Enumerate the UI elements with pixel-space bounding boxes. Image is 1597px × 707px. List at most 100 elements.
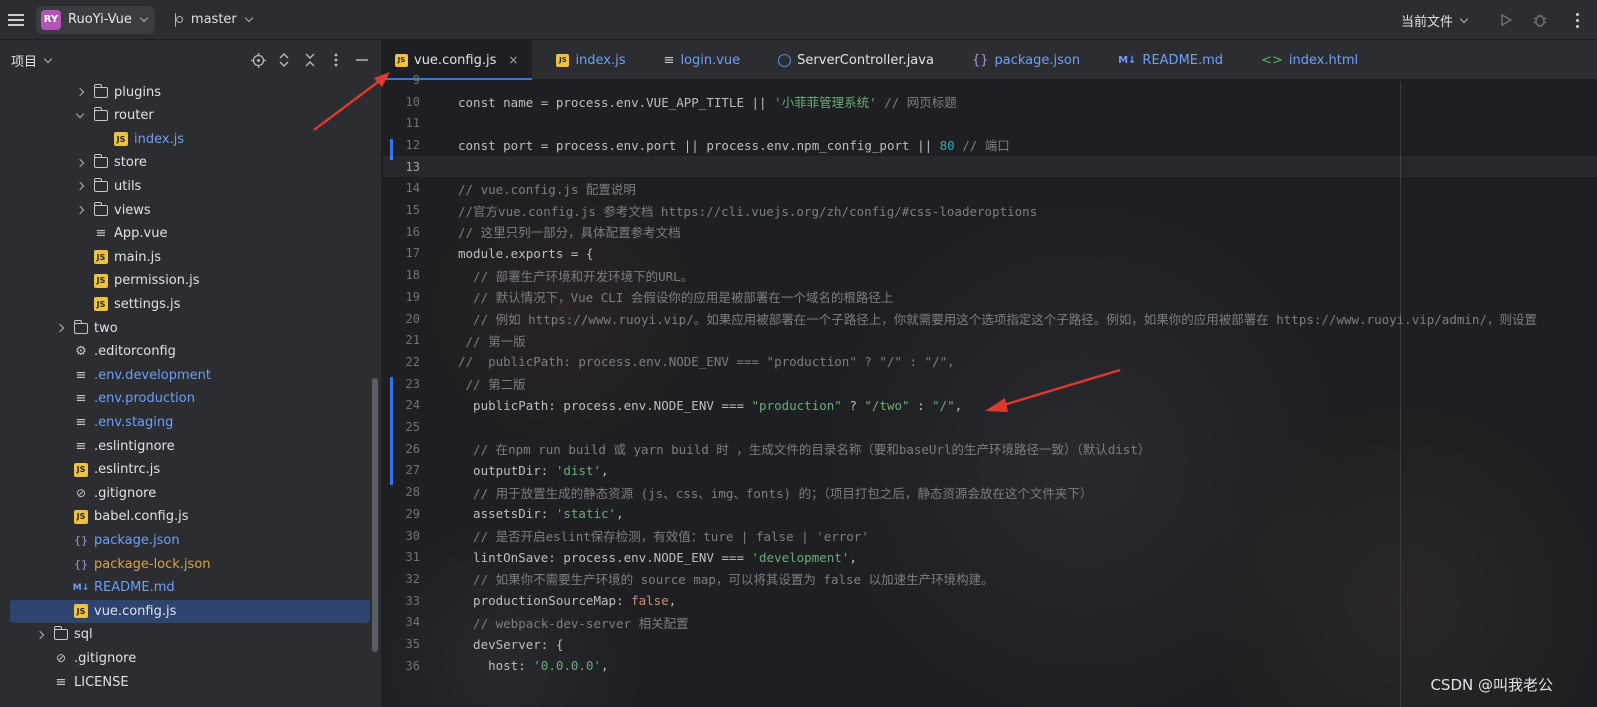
code-line[interactable]: 29 assetsDir: 'static', bbox=[383, 503, 1597, 525]
code-line[interactable]: 17 module.exports = { bbox=[383, 243, 1597, 265]
sidebar-scrollbar[interactable] bbox=[372, 378, 378, 652]
expand-all-icon[interactable] bbox=[275, 51, 293, 69]
line-number[interactable]: 18 bbox=[383, 268, 420, 282]
line-number[interactable]: 29 bbox=[383, 507, 420, 521]
line-number[interactable]: 31 bbox=[383, 550, 420, 564]
tree-item[interactable]: ⊘ .gitignore bbox=[10, 482, 370, 505]
tree-item[interactable]: router bbox=[10, 104, 370, 127]
line-number[interactable]: 28 bbox=[383, 485, 420, 499]
line-number[interactable]: 15 bbox=[383, 203, 420, 217]
tree-item[interactable]: ≡ .eslintignore bbox=[10, 435, 370, 458]
tree-item[interactable]: ≡ LICENSE bbox=[10, 671, 370, 694]
code-line[interactable]: 34 // webpack-dev-server 相关配置 bbox=[383, 612, 1597, 634]
tree-item[interactable]: JS settings.js bbox=[10, 293, 370, 316]
locate-file-icon[interactable] bbox=[249, 51, 267, 69]
more-options-icon[interactable] bbox=[1557, 0, 1597, 40]
chevron-right-icon[interactable] bbox=[74, 160, 86, 166]
tree-item[interactable]: JS vue.config.js bbox=[10, 599, 370, 623]
line-number[interactable]: 13 bbox=[383, 160, 420, 174]
line-number[interactable]: 19 bbox=[383, 290, 420, 304]
line-number[interactable]: 30 bbox=[383, 529, 420, 543]
main-menu-icon[interactable] bbox=[0, 0, 32, 40]
line-number[interactable]: 36 bbox=[383, 659, 420, 673]
run-configuration-selector[interactable]: 当前文件 bbox=[1401, 11, 1469, 30]
options-icon[interactable] bbox=[327, 51, 345, 69]
line-number[interactable]: 16 bbox=[383, 225, 420, 239]
line-number[interactable]: 35 bbox=[383, 637, 420, 651]
code-line[interactable]: 36 host: '0.0.0.0', bbox=[383, 655, 1597, 677]
line-number[interactable]: 11 bbox=[383, 116, 420, 130]
close-tab-icon[interactable]: × bbox=[508, 53, 518, 67]
code-line[interactable]: 13 bbox=[383, 155, 1597, 178]
code-line[interactable]: 28 // 用于放置生成的静态资源 (js、css、img、fonts) 的；（… bbox=[383, 481, 1597, 503]
code-line[interactable]: 27 outputDir: 'dist', bbox=[383, 460, 1597, 482]
chevron-right-icon[interactable] bbox=[74, 183, 86, 189]
line-number[interactable]: 20 bbox=[383, 312, 420, 326]
tree-item[interactable]: plugins bbox=[10, 81, 370, 104]
code-line[interactable]: 24 publicPath: process.env.NODE_ENV === … bbox=[383, 395, 1597, 417]
line-number[interactable]: 24 bbox=[383, 398, 420, 412]
chevron-right-icon[interactable] bbox=[74, 207, 86, 213]
line-number[interactable]: 21 bbox=[383, 333, 420, 347]
line-number[interactable]: 26 bbox=[383, 442, 420, 456]
chevron-right-icon[interactable] bbox=[54, 325, 66, 331]
code-line[interactable]: 10 const name = process.env.VUE_APP_TITLE… bbox=[383, 91, 1597, 113]
code-line[interactable]: 9 bbox=[383, 69, 1597, 91]
tree-item[interactable]: ≡ .env.development bbox=[10, 364, 370, 387]
code-line[interactable]: 15 //官方vue.config.js 参考文档 https://cli.vue… bbox=[383, 199, 1597, 221]
line-number[interactable]: 12 bbox=[383, 138, 420, 152]
line-number[interactable]: 33 bbox=[383, 594, 420, 608]
code-line[interactable]: 19 // 默认情况下，Vue CLI 会假设你的应用是被部署在一个域名的根路径… bbox=[383, 286, 1597, 308]
tree-item[interactable]: store bbox=[10, 151, 370, 174]
hide-panel-icon[interactable] bbox=[353, 51, 371, 69]
tree-item[interactable]: ⚙ .editorconfig bbox=[10, 340, 370, 363]
tree-item[interactable]: {} package.json bbox=[10, 529, 370, 552]
code-line[interactable]: 30 // 是否开启eslint保存检测，有效值：ture | false | … bbox=[383, 525, 1597, 547]
run-icon[interactable] bbox=[1489, 0, 1523, 40]
tree-item[interactable]: ⊘ .gitignore bbox=[10, 647, 370, 670]
line-number[interactable]: 32 bbox=[383, 572, 420, 586]
collapse-all-icon[interactable] bbox=[301, 51, 319, 69]
line-number[interactable]: 17 bbox=[383, 246, 420, 260]
project-view-selector[interactable]: 项目 bbox=[11, 51, 53, 70]
tree-item[interactable]: M↓ README.md bbox=[10, 576, 370, 599]
tree-item[interactable]: utils bbox=[10, 175, 370, 198]
line-number[interactable]: 9 bbox=[383, 73, 420, 87]
chevron-right-icon[interactable] bbox=[74, 89, 86, 95]
code-line[interactable]: 23 // 第二版 bbox=[383, 373, 1597, 395]
code-line[interactable]: 18 // 部署生产环境和开发环境下的URL。 bbox=[383, 264, 1597, 286]
code-line[interactable]: 14 // vue.config.js 配置说明 bbox=[383, 178, 1597, 200]
tree-item[interactable]: JS index.js bbox=[10, 128, 370, 151]
line-number[interactable]: 23 bbox=[383, 377, 420, 391]
line-number[interactable]: 25 bbox=[383, 420, 420, 434]
chevron-right-icon[interactable] bbox=[34, 632, 46, 638]
tree-item[interactable]: ≡ .env.production bbox=[10, 387, 370, 410]
tree-item[interactable]: sql bbox=[10, 623, 370, 646]
tree-item[interactable]: JS babel.config.js bbox=[10, 505, 370, 528]
line-number[interactable]: 10 bbox=[383, 95, 420, 109]
line-number[interactable]: 34 bbox=[383, 615, 420, 629]
tree-item[interactable]: ≡ App.vue bbox=[10, 222, 370, 245]
code-line[interactable]: 16 // 这里只列一部分，具体配置参考文档 bbox=[383, 221, 1597, 243]
chevron-down-icon[interactable] bbox=[74, 115, 86, 117]
project-switcher[interactable]: RY RuoYi-Vue bbox=[36, 5, 155, 34]
debug-icon[interactable] bbox=[1523, 0, 1557, 40]
tree-item[interactable]: two bbox=[10, 317, 370, 340]
code-line[interactable]: 26 // 在npm run build 或 yarn build 时 ，生成文… bbox=[383, 438, 1597, 460]
code-line[interactable]: 33 productionSourceMap: false, bbox=[383, 590, 1597, 612]
vcs-branch-widget[interactable]: master bbox=[173, 12, 254, 27]
line-number[interactable]: 14 bbox=[383, 181, 420, 195]
tree-item[interactable]: JS .eslintrc.js bbox=[10, 458, 370, 481]
code-line[interactable]: 20 // 例如 https://www.ruoyi.vip/。如果应用被部署在… bbox=[383, 308, 1597, 330]
tree-item[interactable]: views bbox=[10, 199, 370, 222]
code-line[interactable]: 32 // 如果你不需要生产环境的 source map，可以将其设置为 fal… bbox=[383, 568, 1597, 590]
code-line[interactable]: 25 bbox=[383, 416, 1597, 438]
tree-item[interactable]: {} package-lock.json bbox=[10, 553, 370, 576]
tree-item[interactable]: JS permission.js bbox=[10, 269, 370, 292]
code-editor[interactable]: 9 10 const name = process.env.VUE_APP_TITL… bbox=[383, 73, 1597, 707]
tree-item[interactable]: ≡ .env.staging bbox=[10, 411, 370, 434]
line-number[interactable]: 27 bbox=[383, 463, 420, 477]
code-line[interactable]: 35 devServer: { bbox=[383, 633, 1597, 655]
code-line[interactable]: 11 bbox=[383, 112, 1597, 134]
code-line[interactable]: 31 lintOnSave: process.env.NODE_ENV === … bbox=[383, 546, 1597, 568]
